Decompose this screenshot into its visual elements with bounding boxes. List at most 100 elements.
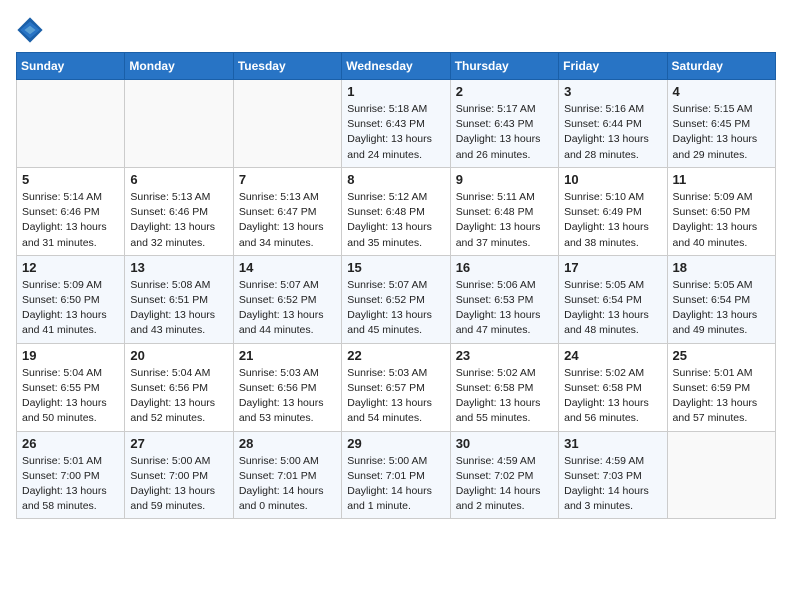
calendar-cell: 3 Sunrise: 5:16 AMSunset: 6:44 PMDaylight… (559, 80, 667, 168)
calendar-cell: 5 Sunrise: 5:14 AMSunset: 6:46 PMDaylight… (17, 167, 125, 255)
logo-icon (16, 16, 44, 44)
day-info: Sunrise: 5:00 AMSunset: 7:01 PMDaylight:… (347, 454, 444, 515)
day-number: 1 (347, 84, 444, 99)
weekday-header-thursday: Thursday (450, 53, 558, 80)
calendar-cell: 25 Sunrise: 5:01 AMSunset: 6:59 PMDayligh… (667, 343, 775, 431)
calendar-cell: 13 Sunrise: 5:08 AMSunset: 6:51 PMDayligh… (125, 255, 233, 343)
calendar-cell: 8 Sunrise: 5:12 AMSunset: 6:48 PMDaylight… (342, 167, 450, 255)
calendar-cell (233, 80, 341, 168)
day-number: 4 (673, 84, 770, 99)
day-info: Sunrise: 5:14 AMSunset: 6:46 PMDaylight:… (22, 190, 119, 251)
day-number: 8 (347, 172, 444, 187)
calendar-cell: 19 Sunrise: 5:04 AMSunset: 6:55 PMDayligh… (17, 343, 125, 431)
day-info: Sunrise: 5:11 AMSunset: 6:48 PMDaylight:… (456, 190, 553, 251)
day-number: 17 (564, 260, 661, 275)
day-number: 21 (239, 348, 336, 363)
day-info: Sunrise: 5:08 AMSunset: 6:51 PMDaylight:… (130, 278, 227, 339)
calendar-cell: 23 Sunrise: 5:02 AMSunset: 6:58 PMDayligh… (450, 343, 558, 431)
day-info: Sunrise: 5:16 AMSunset: 6:44 PMDaylight:… (564, 102, 661, 163)
calendar-cell: 30Sunrise: 4:59 AMSunset: 7:02 PMDayligh… (450, 431, 558, 519)
calendar-cell: 31Sunrise: 4:59 AMSunset: 7:03 PMDayligh… (559, 431, 667, 519)
day-number: 9 (456, 172, 553, 187)
day-info: Sunrise: 5:13 AMSunset: 6:46 PMDaylight:… (130, 190, 227, 251)
day-number: 2 (456, 84, 553, 99)
calendar-cell (667, 431, 775, 519)
weekday-header-wednesday: Wednesday (342, 53, 450, 80)
day-info: Sunrise: 5:02 AMSunset: 6:58 PMDaylight:… (456, 366, 553, 427)
page-header (16, 16, 776, 44)
day-info: Sunrise: 5:15 AMSunset: 6:45 PMDaylight:… (673, 102, 770, 163)
calendar-cell: 11 Sunrise: 5:09 AMSunset: 6:50 PMDayligh… (667, 167, 775, 255)
day-number: 24 (564, 348, 661, 363)
calendar-cell: 26 Sunrise: 5:01 AMSunset: 7:00 PMDayligh… (17, 431, 125, 519)
calendar-week-2: 5 Sunrise: 5:14 AMSunset: 6:46 PMDaylight… (17, 167, 776, 255)
calendar-cell: 18 Sunrise: 5:05 AMSunset: 6:54 PMDayligh… (667, 255, 775, 343)
day-info: Sunrise: 5:09 AMSunset: 6:50 PMDaylight:… (22, 278, 119, 339)
calendar-week-3: 12 Sunrise: 5:09 AMSunset: 6:50 PMDayligh… (17, 255, 776, 343)
day-info: Sunrise: 5:07 AMSunset: 6:52 PMDaylight:… (347, 278, 444, 339)
day-number: 26 (22, 436, 119, 451)
day-info: Sunrise: 5:10 AMSunset: 6:49 PMDaylight:… (564, 190, 661, 251)
calendar-cell: 27Sunrise: 5:00 AMSunset: 7:00 PMDayligh… (125, 431, 233, 519)
day-info: Sunrise: 5:13 AMSunset: 6:47 PMDaylight:… (239, 190, 336, 251)
day-number: 18 (673, 260, 770, 275)
day-info: Sunrise: 5:12 AMSunset: 6:48 PMDaylight:… (347, 190, 444, 251)
day-number: 22 (347, 348, 444, 363)
weekday-header-friday: Friday (559, 53, 667, 80)
day-info: Sunrise: 5:18 AMSunset: 6:43 PMDaylight:… (347, 102, 444, 163)
calendar-cell: 22Sunrise: 5:03 AMSunset: 6:57 PMDayligh… (342, 343, 450, 431)
day-info: Sunrise: 5:00 AMSunset: 7:00 PMDaylight:… (130, 454, 227, 515)
day-number: 6 (130, 172, 227, 187)
day-number: 19 (22, 348, 119, 363)
calendar-table: SundayMondayTuesdayWednesdayThursdayFrid… (16, 52, 776, 519)
calendar-week-4: 19 Sunrise: 5:04 AMSunset: 6:55 PMDayligh… (17, 343, 776, 431)
day-number: 29 (347, 436, 444, 451)
day-number: 23 (456, 348, 553, 363)
calendar-cell: 7 Sunrise: 5:13 AMSunset: 6:47 PMDaylight… (233, 167, 341, 255)
day-number: 14 (239, 260, 336, 275)
calendar-cell (17, 80, 125, 168)
day-number: 25 (673, 348, 770, 363)
weekday-header-tuesday: Tuesday (233, 53, 341, 80)
calendar-cell: 2 Sunrise: 5:17 AMSunset: 6:43 PMDaylight… (450, 80, 558, 168)
day-number: 30 (456, 436, 553, 451)
calendar-cell: 1 Sunrise: 5:18 AMSunset: 6:43 PMDaylight… (342, 80, 450, 168)
calendar-cell: 16Sunrise: 5:06 AMSunset: 6:53 PMDayligh… (450, 255, 558, 343)
day-info: Sunrise: 5:03 AMSunset: 6:56 PMDaylight:… (239, 366, 336, 427)
day-info: Sunrise: 5:00 AMSunset: 7:01 PMDaylight:… (239, 454, 336, 515)
logo (16, 16, 48, 44)
calendar-cell: 20 Sunrise: 5:04 AMSunset: 6:56 PMDayligh… (125, 343, 233, 431)
calendar-cell: 9 Sunrise: 5:11 AMSunset: 6:48 PMDaylight… (450, 167, 558, 255)
calendar-cell: 14Sunrise: 5:07 AMSunset: 6:52 PMDayligh… (233, 255, 341, 343)
day-info: Sunrise: 5:17 AMSunset: 6:43 PMDaylight:… (456, 102, 553, 163)
day-info: Sunrise: 5:01 AMSunset: 7:00 PMDaylight:… (22, 454, 119, 515)
calendar-cell: 29 Sunrise: 5:00 AMSunset: 7:01 PMDayligh… (342, 431, 450, 519)
day-number: 28 (239, 436, 336, 451)
calendar-cell (125, 80, 233, 168)
calendar-cell: 10Sunrise: 5:10 AMSunset: 6:49 PMDayligh… (559, 167, 667, 255)
day-info: Sunrise: 5:06 AMSunset: 6:53 PMDaylight:… (456, 278, 553, 339)
day-number: 11 (673, 172, 770, 187)
weekday-header-sunday: Sunday (17, 53, 125, 80)
day-info: Sunrise: 5:05 AMSunset: 6:54 PMDaylight:… (564, 278, 661, 339)
day-number: 12 (22, 260, 119, 275)
day-info: Sunrise: 5:04 AMSunset: 6:55 PMDaylight:… (22, 366, 119, 427)
day-info: Sunrise: 5:05 AMSunset: 6:54 PMDaylight:… (673, 278, 770, 339)
day-number: 3 (564, 84, 661, 99)
weekday-header-row: SundayMondayTuesdayWednesdayThursdayFrid… (17, 53, 776, 80)
calendar-cell: 21 Sunrise: 5:03 AMSunset: 6:56 PMDayligh… (233, 343, 341, 431)
weekday-header-monday: Monday (125, 53, 233, 80)
day-info: Sunrise: 5:02 AMSunset: 6:58 PMDaylight:… (564, 366, 661, 427)
day-info: Sunrise: 5:09 AMSunset: 6:50 PMDaylight:… (673, 190, 770, 251)
calendar-cell: 17 Sunrise: 5:05 AMSunset: 6:54 PMDayligh… (559, 255, 667, 343)
day-info: Sunrise: 5:01 AMSunset: 6:59 PMDaylight:… (673, 366, 770, 427)
day-number: 20 (130, 348, 227, 363)
day-number: 13 (130, 260, 227, 275)
day-info: Sunrise: 4:59 AMSunset: 7:03 PMDaylight:… (564, 454, 661, 515)
day-info: Sunrise: 5:04 AMSunset: 6:56 PMDaylight:… (130, 366, 227, 427)
calendar-cell: 15Sunrise: 5:07 AMSunset: 6:52 PMDayligh… (342, 255, 450, 343)
calendar-week-5: 26 Sunrise: 5:01 AMSunset: 7:00 PMDayligh… (17, 431, 776, 519)
day-number: 5 (22, 172, 119, 187)
day-number: 7 (239, 172, 336, 187)
calendar-week-1: 1 Sunrise: 5:18 AMSunset: 6:43 PMDaylight… (17, 80, 776, 168)
